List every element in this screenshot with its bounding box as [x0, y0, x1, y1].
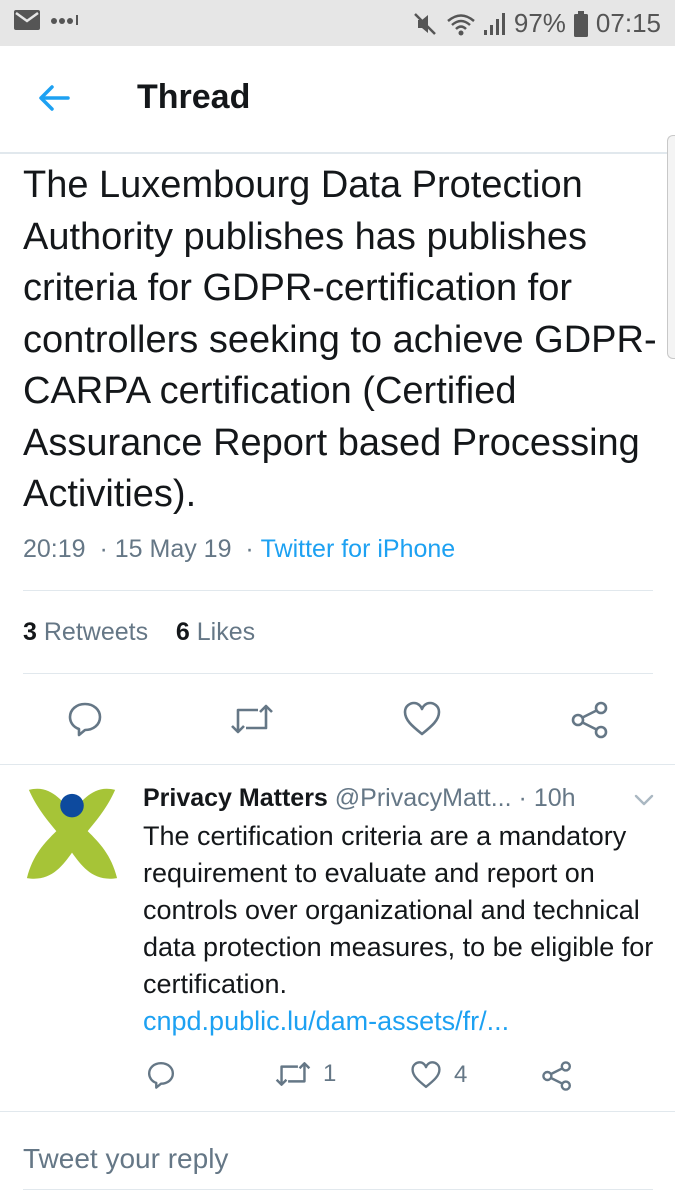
reply-retweet-count: 1 — [323, 1060, 337, 1087]
reply-icon — [147, 1061, 175, 1089]
tweet-source-link[interactable]: Twitter for iPhone — [261, 535, 456, 563]
divider — [0, 764, 675, 765]
share-icon — [542, 1061, 571, 1091]
divider — [23, 1189, 653, 1190]
retweets-label: Retweets — [43, 618, 149, 646]
page-title: Thread — [137, 78, 251, 116]
like-heart-icon — [411, 1061, 441, 1089]
likes-count: 6 — [175, 618, 190, 646]
dots-icon — [51, 15, 78, 25]
battery-percent: 97% — [513, 8, 566, 38]
avatar[interactable] — [23, 784, 121, 886]
divider — [0, 1111, 675, 1112]
reply-age: 10h — [533, 784, 576, 812]
reply-like-button[interactable]: 4 — [410, 1060, 467, 1090]
reply-input[interactable] — [23, 1140, 643, 1178]
separator: · — [238, 535, 261, 563]
scrollbar[interactable] — [667, 135, 675, 359]
reply-share-button[interactable] — [541, 1060, 573, 1092]
tweet-stats: 3 Retweets 6 Likes — [23, 618, 255, 647]
reply-author-handle[interactable]: @PrivacyMatt... — [335, 784, 512, 812]
arrow-left-icon[interactable] — [34, 78, 74, 118]
divider — [23, 673, 653, 674]
reply-text: The certification criteria are a mandato… — [143, 821, 654, 999]
likes-label: Likes — [196, 618, 256, 646]
separator: · — [92, 535, 115, 563]
reply-author-name[interactable]: Privacy Matters — [143, 784, 328, 812]
reply-like-count: 4 — [454, 1061, 468, 1088]
wifi-icon — [447, 13, 475, 35]
tweet-date: 15 May 19 — [114, 535, 232, 563]
top-app-bar: Thread — [0, 46, 675, 154]
battery-icon — [573, 10, 588, 37]
likes-stat[interactable]: 6 Likes — [176, 618, 255, 646]
reply-header: Privacy Matters @PrivacyMatt... · 10h — [143, 784, 643, 813]
retweets-stat[interactable]: 3 Retweets — [23, 618, 148, 646]
reply-body: The certification criteria are a mandato… — [143, 818, 663, 1040]
separator: · — [518, 784, 534, 812]
mail-icon — [14, 10, 40, 30]
tweet-text: The Luxembourg Data Protection Authority… — [23, 164, 657, 515]
reply-reply-button[interactable] — [146, 1060, 176, 1090]
clock: 07:15 — [595, 8, 661, 38]
reply-retweet-button[interactable]: 1 — [275, 1060, 336, 1088]
tweet-time: 20:19 — [23, 535, 86, 563]
reply-icon[interactable] — [66, 700, 104, 738]
retweet-icon — [275, 1062, 311, 1086]
retweet-icon[interactable] — [230, 702, 274, 736]
chevron-down-icon[interactable] — [632, 790, 656, 810]
divider — [23, 590, 653, 591]
tweet-meta: 20:19 · 15 May 19 · Twitter for iPhone — [23, 535, 455, 564]
status-bar: 97% 07:15 — [0, 0, 675, 46]
like-heart-icon[interactable] — [402, 700, 442, 738]
retweets-count: 3 — [23, 618, 37, 646]
share-icon[interactable] — [570, 700, 610, 740]
signal-icon — [483, 12, 505, 35]
reply-link[interactable]: cnpd.public.lu/dam-assets/fr/... — [143, 1003, 663, 1040]
mute-icon — [413, 12, 436, 35]
